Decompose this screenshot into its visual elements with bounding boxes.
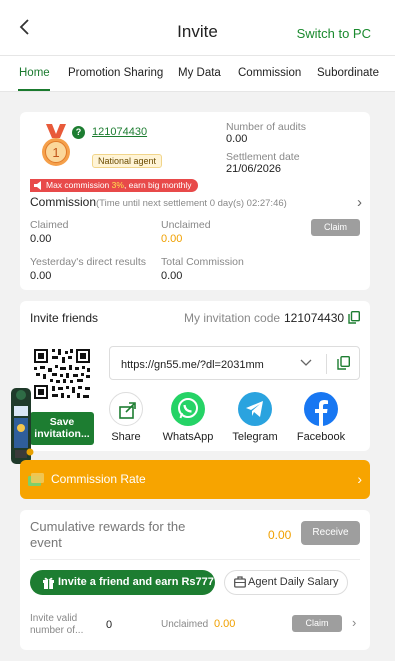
commission-rate-bar[interactable]: Commission Rate › (20, 460, 370, 499)
gift-icon (43, 577, 54, 589)
facebook-icon (304, 392, 338, 426)
total-commission-value: 0.00 (161, 270, 183, 282)
divider (326, 354, 327, 374)
tab-bar: Home Promotion Sharing My Data Commissio… (0, 56, 395, 92)
tab-subordinate[interactable]: Subordinate (317, 67, 379, 79)
chevron-right-icon[interactable]: › (352, 615, 356, 630)
invitation-code: 121074430 (284, 311, 345, 325)
help-icon[interactable]: ? (72, 126, 85, 139)
whatsapp-icon (171, 392, 205, 426)
whatsapp-label: WhatsApp (162, 431, 214, 443)
promo-percent: 3% (111, 180, 124, 190)
invite-friend-earn-button[interactable]: Invite a friend and earn Rs777 (30, 570, 215, 595)
share-icon (109, 392, 143, 426)
chevron-right-icon[interactable]: › (357, 194, 362, 211)
tab-commission[interactable]: Commission (238, 67, 301, 79)
chevron-down-icon[interactable] (300, 356, 312, 368)
chevron-right-icon: › (357, 471, 362, 487)
commission-title: Commission (30, 195, 97, 209)
facebook-label: Facebook (296, 431, 346, 443)
promo-suffix: , earn big monthly (123, 180, 192, 190)
valid-invites-label: Invite valid number of... (30, 613, 84, 636)
yesterday-label: Yesterday's direct results (30, 256, 147, 268)
whatsapp-button[interactable]: WhatsApp (156, 392, 220, 443)
medal-level: 1 (52, 145, 59, 160)
commission-countdown: (Time until next settlement 0 day(s) 02:… (96, 198, 287, 209)
telegram-button[interactable]: Telegram (223, 392, 287, 443)
settlement-value: 21/06/2026 (226, 163, 282, 175)
valid-invites-value: 0 (106, 619, 113, 631)
telegram-icon (238, 392, 272, 426)
claim-commission-button[interactable]: Claim (311, 219, 360, 236)
top-bar: Invite Switch to PC (0, 0, 395, 56)
receive-button[interactable]: Receive (301, 521, 360, 545)
telegram-label: Telegram (232, 431, 278, 443)
rate-icon (28, 473, 44, 486)
share-button[interactable]: Share (94, 392, 158, 443)
invite-link-select[interactable]: https://gn55.me/?dl=2031mm (109, 346, 360, 380)
commission-heading[interactable]: Commission(Time until next settlement 0 … (30, 195, 287, 209)
active-tab-indicator (18, 89, 50, 91)
switch-to-pc-link[interactable]: Switch to PC (297, 26, 371, 41)
agent-uid[interactable]: 121074430 (92, 126, 147, 138)
claimed-value: 0.00 (30, 233, 52, 245)
claimed-label: Claimed (30, 219, 69, 231)
unclaimed-label: Unclaimed (161, 219, 211, 231)
qr-code (30, 346, 94, 402)
audits-label: Number of audits (226, 121, 306, 133)
rewards-unclaimed-value: 0.00 (214, 618, 236, 630)
tab-home[interactable]: Home (19, 67, 50, 79)
commission-rate-label: Commission Rate (51, 472, 146, 486)
yesterday-value: 0.00 (30, 270, 52, 282)
medal-icon: 1 (42, 124, 70, 166)
cumulative-rewards-label: Cumulative rewards for the event (30, 519, 186, 550)
audits-value: 0.00 (226, 133, 248, 145)
claim-rewards-button[interactable]: Claim (292, 615, 342, 632)
unclaimed-value: 0.00 (161, 233, 183, 245)
agent-commission-card: 1 ? 121074430 National agent Number of a… (20, 112, 370, 290)
rewards-card: Cumulative rewards for the event 0.00 Re… (20, 510, 370, 650)
rewards-unclaimed-label: Unclaimed (161, 619, 209, 630)
divider (30, 559, 360, 560)
save-invitation-button[interactable]: Save invitation... (30, 412, 94, 445)
tab-promotion-sharing[interactable]: Promotion Sharing (68, 67, 163, 79)
invite-friends-card: Invite friends My invitation code 121074… (20, 301, 370, 451)
invitation-code-label: My invitation code (184, 311, 281, 325)
share-label: Share (111, 431, 141, 443)
copy-code-icon[interactable] (348, 311, 360, 324)
settlement-label: Settlement date (226, 151, 300, 163)
copy-link-icon[interactable] (337, 356, 350, 370)
promo-banner: Max commission 3%, earn big monthly (30, 179, 198, 192)
floating-promo-banner[interactable] (10, 386, 34, 468)
tab-my-data[interactable]: My Data (178, 67, 221, 79)
agent-daily-salary-button[interactable]: Agent Daily Salary (224, 570, 348, 595)
total-commission-label: Total Commission (161, 256, 244, 268)
facebook-button[interactable]: Facebook (289, 392, 353, 443)
cumulative-rewards-value: 0.00 (268, 528, 292, 542)
invite-link-text: https://gn55.me/?dl=2031mm (121, 359, 264, 371)
invite-friends-title: Invite friends (30, 311, 99, 325)
briefcase-icon (234, 576, 246, 588)
invite-friend-earn-label: Invite a friend and earn Rs777 (58, 576, 214, 588)
agent-level-badge: National agent (92, 154, 163, 168)
agent-daily-salary-label: Agent Daily Salary (248, 576, 339, 588)
megaphone-icon (34, 181, 41, 190)
promo-prefix: Max commission (46, 180, 112, 190)
